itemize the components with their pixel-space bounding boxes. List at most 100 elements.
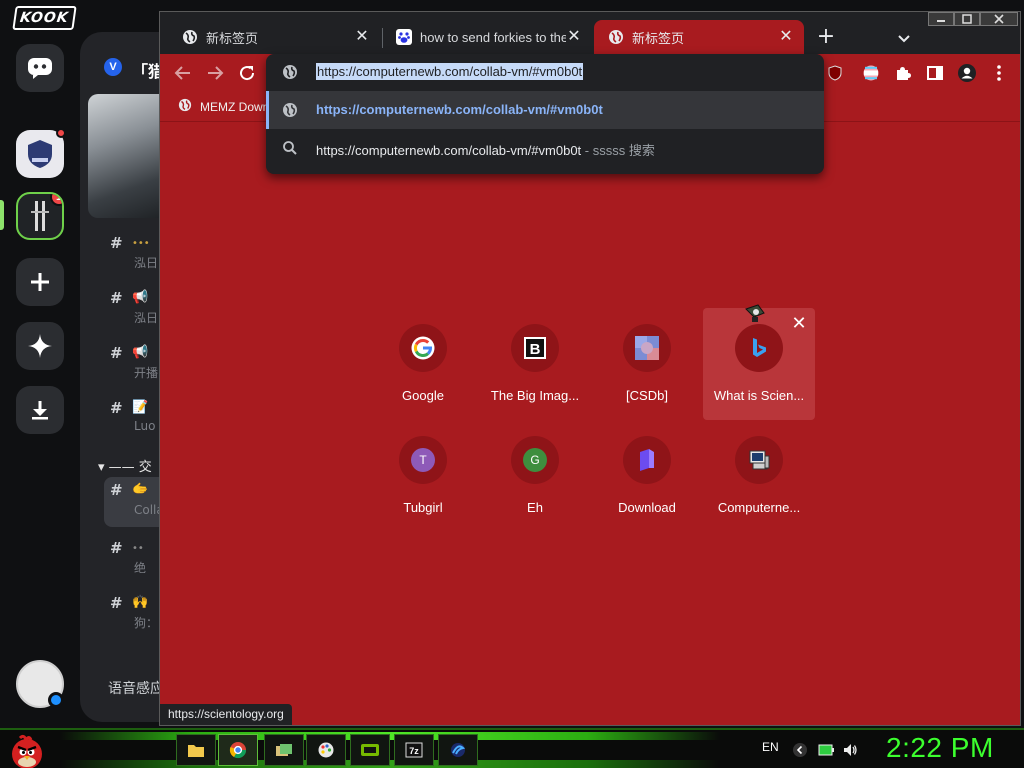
system-clock[interactable]: 2:22 PM <box>886 732 994 764</box>
extension-flag[interactable] <box>860 62 882 84</box>
shortcut-label: The Big Imag... <box>490 388 580 403</box>
taskbar-app-7zip[interactable]: 7z <box>394 734 434 766</box>
menu-button[interactable] <box>988 62 1010 84</box>
kook-logo: KOOK <box>12 6 77 30</box>
download-button[interactable] <box>16 386 64 434</box>
kebab-menu-icon <box>997 65 1001 81</box>
taskbar: 7z EN 2:22 PM <box>0 728 1024 768</box>
tab-newtab-active[interactable]: 新标签页 ✕ <box>594 20 804 54</box>
verified-badge: V <box>104 58 122 76</box>
side-panel-icon <box>927 66 943 80</box>
bookmark-item[interactable]: MEMZ Down <box>178 98 269 115</box>
hash-icon: # <box>110 399 123 417</box>
search-icon <box>282 140 298 161</box>
channel-category[interactable]: ▾ —— 交 <box>98 456 152 475</box>
gpu-icon <box>361 744 379 756</box>
shortcut-download[interactable]: Download <box>591 420 703 532</box>
shortcut-label: Google <box>402 388 444 403</box>
server-icon-b[interactable]: 1 <box>16 192 64 240</box>
tab-search-button[interactable] <box>894 28 914 48</box>
tab-newtab-1[interactable]: 新标签页 ✕ <box>168 20 380 54</box>
battery-icon[interactable] <box>818 742 834 758</box>
plus-icon <box>31 273 49 291</box>
omnibox-suggestion-search[interactable]: https://computernewb.com/collab-vm/#vm0b… <box>266 129 824 167</box>
maximize-icon <box>962 14 972 24</box>
close-tab-icon[interactable]: ✕ <box>354 29 370 45</box>
taskbar-glow <box>60 760 720 768</box>
globe-icon <box>282 64 298 85</box>
channel-emoji: 🫱 <box>132 482 149 497</box>
shortcut-label: Download <box>618 500 676 515</box>
trans-flag-icon <box>863 65 879 81</box>
user-avatar[interactable] <box>16 660 64 708</box>
big-picture-b-icon: B <box>524 337 546 359</box>
channel-preview: 开播 <box>134 366 159 380</box>
sword-emblem-icon <box>31 201 49 231</box>
shortcut-label: Computerne... <box>717 500 801 515</box>
start-button[interactable] <box>6 732 48 768</box>
close-tab-icon[interactable]: ✕ <box>778 29 794 45</box>
shortcut-icon-holder <box>623 324 671 372</box>
shortcut-csdb[interactable]: [CSDb] <box>591 308 703 420</box>
puzzle-icon <box>897 67 911 80</box>
computer-icon <box>749 450 770 470</box>
unread-dot <box>56 128 66 138</box>
hash-icon: # <box>110 594 123 612</box>
taskbar-app-chrome[interactable] <box>218 734 258 766</box>
baidu-paw-icon <box>396 29 412 45</box>
channel-preview: 泓日 <box>134 311 159 325</box>
tab-baidu-search[interactable]: how to send forkies to the ✕ <box>382 20 592 54</box>
extension-ublock[interactable] <box>824 62 846 84</box>
extensions-button[interactable] <box>892 62 914 84</box>
omnibox-suggestion-url[interactable]: https://computernewb.com/collab-vm/#vm0b… <box>266 91 824 129</box>
tray-chevron-icon[interactable] <box>792 742 808 758</box>
taskbar-app-terminal[interactable] <box>438 734 478 766</box>
taskbar-app-explorer[interactable] <box>176 734 216 766</box>
new-tab-button[interactable]: + <box>814 26 838 50</box>
remove-shortcut-icon[interactable]: ✕ <box>791 315 807 333</box>
tab-strip: 新标签页 ✕ how to send forkies to the ✕ 新标签页… <box>160 12 1020 54</box>
direct-messages-button[interactable] <box>16 44 64 92</box>
server-icon-a[interactable] <box>16 128 66 178</box>
reload-button[interactable] <box>236 62 258 84</box>
close-tab-icon[interactable]: ✕ <box>566 29 582 45</box>
shortcut-icon-holder <box>735 436 783 484</box>
discover-button[interactable] <box>16 322 64 370</box>
close-window-button[interactable] <box>980 12 1018 26</box>
channel-emoji: 📢 <box>132 345 149 360</box>
add-server-button[interactable] <box>16 258 64 306</box>
suggestion-hint: - sssss 搜索 <box>581 143 655 158</box>
shortcut-computernewb[interactable]: Computerne... <box>703 420 815 532</box>
taskbar-app-nvidia[interactable] <box>350 734 390 766</box>
maximize-button[interactable] <box>954 12 980 26</box>
address-input[interactable]: https://computernewb.com/collab-vm/#vm0b… <box>316 63 584 80</box>
hash-icon: # <box>110 234 123 252</box>
shortcut-eh[interactable]: G Eh <box>479 420 591 532</box>
forward-button[interactable] <box>204 62 226 84</box>
taskbar-glow <box>60 732 720 740</box>
profile-button[interactable] <box>956 62 978 84</box>
close-icon <box>994 14 1004 24</box>
chrome-icon <box>229 742 247 759</box>
shortcut-big-image[interactable]: B The Big Imag... <box>479 308 591 420</box>
shortcut-google[interactable]: Google <box>367 308 479 420</box>
shortcut-tubgirl[interactable]: T Tubgirl <box>367 420 479 532</box>
channel-emoji: 🙌 <box>132 595 149 610</box>
minimize-button[interactable] <box>928 12 954 26</box>
side-panel-button[interactable] <box>924 62 946 84</box>
seven-zip-icon: 7z <box>405 742 423 758</box>
volume-icon[interactable] <box>842 742 858 758</box>
channel-emoji: ••• <box>132 238 150 249</box>
letter-avatar-icon: G <box>523 448 547 472</box>
taskbar-app-paint[interactable] <box>306 734 346 766</box>
selection-indicator <box>266 91 269 129</box>
back-button[interactable] <box>172 62 194 84</box>
reload-icon <box>240 66 255 81</box>
omnibox[interactable]: https://computernewb.com/collab-vm/#vm0b… <box>266 54 824 90</box>
status-bubble: https://scientology.org <box>160 704 292 725</box>
input-language[interactable]: EN <box>762 740 779 754</box>
unread-count-badge: 1 <box>50 194 62 206</box>
channel-preview: 泓日 <box>134 256 159 270</box>
taskbar-app-files[interactable] <box>264 734 304 766</box>
letter-avatar-icon: T <box>411 448 435 472</box>
